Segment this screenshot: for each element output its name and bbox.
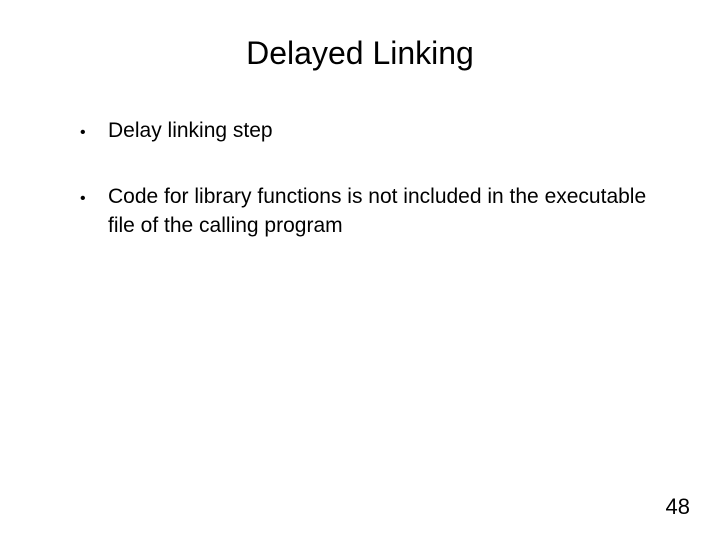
slide-title: Delayed Linking — [60, 35, 660, 72]
bullet-icon: • — [80, 125, 86, 141]
list-item: • Delay linking step — [80, 117, 660, 145]
bullet-icon: • — [80, 191, 86, 207]
list-item: • Code for library functions is not incl… — [80, 183, 660, 240]
bullet-text: Code for library functions is not includ… — [108, 185, 646, 236]
bullet-text: Delay linking step — [108, 119, 273, 142]
bullet-list: • Delay linking step • Code for library … — [60, 117, 660, 240]
slide-container: Delayed Linking • Delay linking step • C… — [0, 0, 720, 540]
page-number: 48 — [666, 494, 690, 520]
